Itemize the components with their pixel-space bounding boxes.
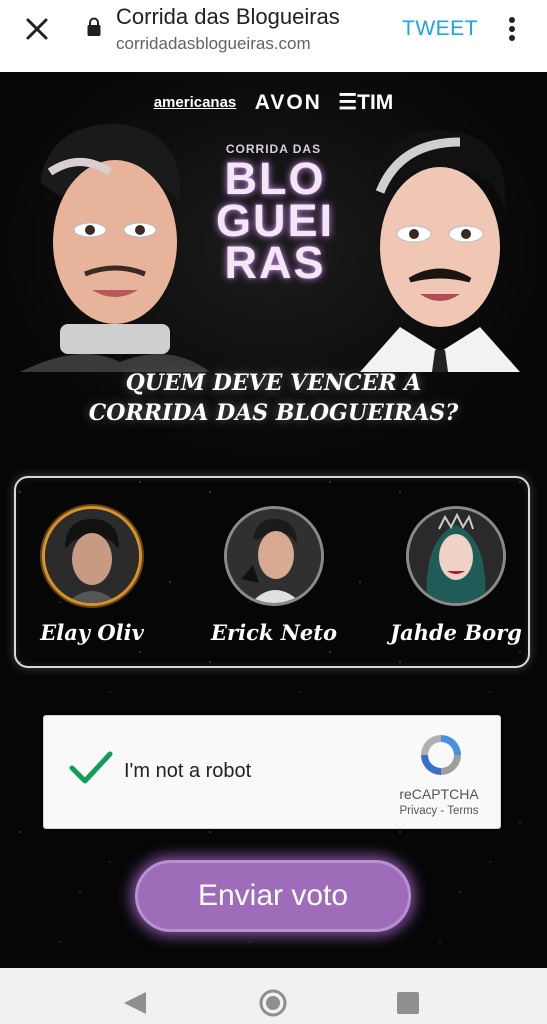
recaptcha-links: Privacy - Terms <box>384 805 494 817</box>
candidate-avatar-image <box>45 509 139 603</box>
more-options-icon[interactable] <box>500 14 524 44</box>
show-logo: BLO GUEI RAS <box>200 153 350 288</box>
candidate-name: Erick Neto <box>211 620 337 645</box>
candidate-avatar[interactable] <box>406 506 506 606</box>
tweet-button[interactable]: TWEET <box>402 17 478 41</box>
candidate-avatar-image <box>409 509 503 603</box>
show-logo-line-1: BLO <box>224 153 326 204</box>
page-title: Corrida das Blogueiras <box>116 4 340 29</box>
show-logo-line-2: GUEI <box>215 195 335 246</box>
candidate-avatar-selected[interactable] <box>42 506 142 606</box>
candidate-avatar-image <box>227 509 321 603</box>
recaptcha-separator: - <box>437 805 448 817</box>
recaptcha-widget: I'm not a robot reCAPTCHA Privacy - Term… <box>43 715 501 829</box>
candidate-name: Elay Oliv <box>40 620 144 645</box>
sponsor-americanas-logo: americanas <box>153 94 237 111</box>
sponsor-avon-logo: AVON <box>254 90 322 114</box>
vote-question-line-1: QUEM DEVE VENCER A <box>125 370 422 396</box>
candidate-option-2[interactable]: Erick Neto <box>188 506 360 645</box>
vote-question: QUEM DEVE VENCER A CORRIDA DAS BLOGUEIRA… <box>0 368 547 428</box>
lock-icon <box>87 17 101 36</box>
host-right-image <box>360 130 520 372</box>
sponsor-tim-text: TIM <box>357 91 394 114</box>
recaptcha-logo-icon <box>421 735 461 775</box>
submit-vote-button[interactable]: Enviar voto <box>135 860 411 932</box>
close-icon[interactable] <box>20 12 54 46</box>
vote-question-line-2: CORRIDA DAS BLOGUEIRAS? <box>88 400 459 426</box>
show-logo-line-3: RAS <box>224 237 326 288</box>
android-nav-bar <box>0 968 547 1024</box>
recaptcha-label: I'm not a robot <box>124 760 252 782</box>
recent-apps-icon[interactable] <box>397 992 419 1014</box>
candidate-option-1[interactable]: Elay Oliv <box>6 506 178 645</box>
checkmark-icon[interactable] <box>68 748 114 788</box>
recaptcha-terms-link[interactable]: Terms <box>447 805 478 817</box>
recaptcha-brand: reCAPTCHA <box>399 786 479 802</box>
recaptcha-privacy-link[interactable]: Privacy <box>399 805 437 817</box>
home-icon[interactable] <box>258 988 288 1018</box>
browser-top-bar: Corrida das Blogueiras corridadasbloguei… <box>0 0 547 72</box>
hero-banner: americanas AVON ☰TIM CORRIDA DAS BLO GUE… <box>0 72 547 462</box>
candidate-avatar[interactable] <box>224 506 324 606</box>
candidate-name: Jahde Borg <box>390 620 522 645</box>
candidates-panel: Elay Oliv Erick Neto Jahde Borg <box>14 476 530 668</box>
page-url[interactable]: corridadasblogueiras.com <box>116 34 311 54</box>
candidate-option-3[interactable]: Jahde Borg <box>370 506 542 645</box>
back-icon[interactable] <box>122 990 148 1016</box>
